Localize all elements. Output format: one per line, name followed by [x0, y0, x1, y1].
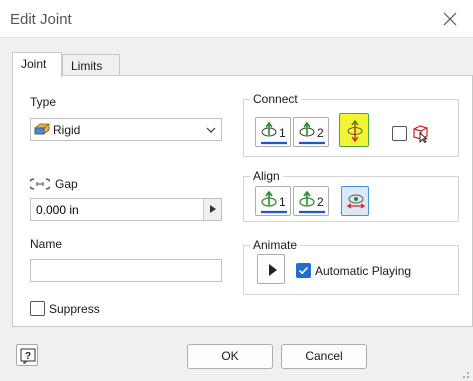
- footer: ? OK Cancel: [0, 328, 473, 381]
- title-bar: Edit Joint: [0, 0, 473, 38]
- lock-checkbox[interactable]: [392, 126, 407, 141]
- flip-component-button[interactable]: [339, 113, 369, 147]
- close-icon[interactable]: [439, 8, 461, 30]
- type-dropdown[interactable]: Rigid: [30, 118, 222, 141]
- resize-grip-icon[interactable]: [460, 368, 470, 378]
- window-title: Edit Joint: [10, 11, 72, 28]
- svg-text:1: 1: [279, 195, 286, 209]
- origin-1-icon: 1: [261, 121, 287, 145]
- tab-limits[interactable]: Limits: [62, 54, 120, 76]
- gap-input[interactable]: [31, 199, 205, 220]
- align-2-icon: 2: [299, 190, 325, 214]
- gap-menu-arrow-icon[interactable]: [203, 199, 221, 220]
- tab-joint[interactable]: Joint: [12, 52, 62, 77]
- ok-button[interactable]: OK: [187, 344, 273, 369]
- align-label: Align: [250, 169, 283, 183]
- type-label: Type: [30, 95, 57, 109]
- gap-field[interactable]: [30, 198, 222, 221]
- tab-limits-label: Limits: [71, 59, 103, 73]
- rigid-joint-icon: [34, 122, 50, 136]
- name-input[interactable]: [31, 260, 221, 281]
- align-1-icon: 1: [261, 190, 287, 214]
- align-2-button[interactable]: 2: [293, 186, 329, 216]
- suppress-checkbox[interactable]: [30, 301, 45, 316]
- connect-label: Connect: [250, 92, 301, 106]
- component-cube-icon: [411, 123, 431, 144]
- origin-2-icon: 2: [299, 121, 325, 145]
- type-value: Rigid: [53, 123, 81, 137]
- svg-text:?: ?: [25, 351, 31, 362]
- svg-text:2: 2: [317, 126, 324, 140]
- play-icon: [269, 264, 277, 276]
- play-animation-button[interactable]: [257, 254, 285, 284]
- gap-label: Gap: [55, 177, 78, 191]
- connect-origin-2-button[interactable]: 2: [293, 117, 329, 147]
- svg-text:2: 2: [317, 195, 324, 209]
- connect-origin-1-button[interactable]: 1: [255, 117, 291, 147]
- invert-align-icon: [346, 194, 366, 209]
- checkmark-icon: [298, 266, 309, 275]
- help-button[interactable]: ?: [16, 344, 38, 366]
- automatic-playing-checkbox[interactable]: [296, 263, 311, 278]
- name-field[interactable]: [30, 259, 222, 282]
- name-label: Name: [30, 237, 63, 251]
- chevron-down-icon: [205, 124, 217, 136]
- invert-align-button[interactable]: [341, 186, 369, 216]
- gap-icon: [28, 178, 52, 190]
- svg-text:1: 1: [279, 126, 286, 140]
- suppress-label: Suppress: [49, 302, 100, 316]
- flip-component-icon: [347, 119, 363, 143]
- automatic-playing-label: Automatic Playing: [315, 264, 412, 278]
- joint-panel: Type Rigid Gap Name: [12, 75, 473, 327]
- tab-joint-label: Joint: [21, 57, 47, 71]
- cancel-button[interactable]: Cancel: [281, 344, 367, 369]
- help-icon: ?: [20, 348, 36, 364]
- align-1-button[interactable]: 1: [255, 186, 291, 216]
- animate-label: Animate: [250, 238, 301, 252]
